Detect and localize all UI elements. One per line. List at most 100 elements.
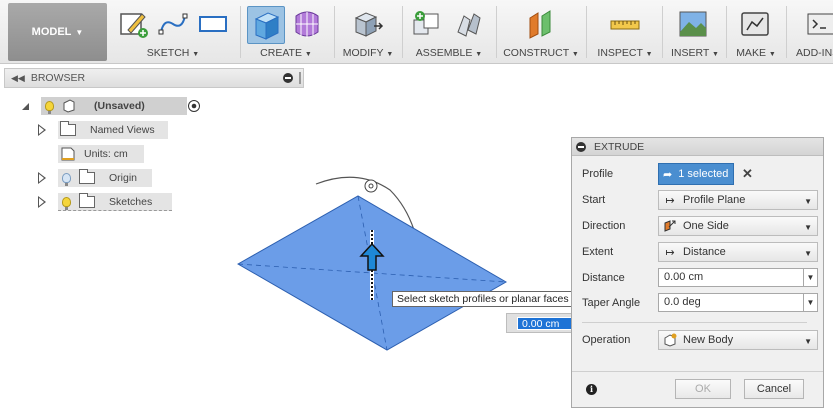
workspace-switcher[interactable]: MODEL ▼ [8, 3, 107, 61]
insert-label: INSERT [671, 47, 710, 59]
inspect-menu[interactable]: INSPECT ▼ [590, 47, 660, 59]
new-body-icon [664, 333, 677, 347]
profile-value: 1 selected [678, 168, 729, 180]
start-select[interactable]: ↦ Profile Plane ▼ [658, 190, 818, 210]
operation-row: Operation New Body ▼ [582, 330, 818, 350]
document-icon [63, 99, 75, 113]
info-icon[interactable]: i [586, 384, 597, 395]
dialog-footer: i OK Cancel [572, 371, 823, 407]
make-group: MAKE ▼ [730, 0, 782, 64]
minimize-browser-icon[interactable] [283, 73, 293, 83]
extent-row: Extent ↦ Distance ▼ [582, 242, 818, 262]
profile-plane-icon: ↦ [665, 194, 675, 207]
inspect-label: INSPECT [597, 47, 643, 59]
tree-item-named-views[interactable]: Named Views [38, 121, 168, 139]
visibility-bulb-icon[interactable] [45, 101, 54, 114]
sketches-node: Sketches [58, 192, 172, 211]
units-document-icon [61, 147, 75, 161]
taper-dropdown-icon[interactable]: ▼ [804, 293, 818, 312]
expand-sketches-icon[interactable] [38, 196, 46, 208]
sketch-line-icon[interactable] [156, 8, 190, 40]
scripts-icon[interactable] [804, 8, 833, 40]
tree-item-units[interactable]: Units: cm [58, 145, 144, 163]
direction-label: Direction [582, 220, 626, 232]
expand-origin-icon[interactable] [38, 172, 46, 184]
tree-item-sketches[interactable]: Sketches [38, 192, 172, 211]
create-form-icon[interactable] [290, 8, 324, 40]
expand-root-icon[interactable] [22, 102, 29, 110]
insert-image-icon[interactable] [676, 8, 710, 40]
clear-selection-icon[interactable]: ✕ [742, 166, 753, 182]
root-node[interactable]: (Unsaved) [41, 97, 187, 115]
addins-label: ADD-INS [796, 47, 833, 59]
expand-named-views-icon[interactable] [38, 124, 46, 136]
ok-button[interactable]: OK [675, 379, 731, 399]
create-sketch-icon[interactable] [116, 8, 150, 40]
root-label: (Unsaved) [94, 100, 145, 112]
taper-input[interactable]: 0.0 deg [658, 293, 804, 312]
extent-value: Distance [683, 246, 726, 258]
direction-select[interactable]: One Side ▼ [658, 216, 818, 236]
named-views-node: Named Views [58, 121, 168, 139]
distance-dropdown-icon[interactable]: ▼ [804, 268, 818, 287]
extent-select[interactable]: ↦ Distance ▼ [658, 242, 818, 262]
viewport-canvas[interactable] [230, 170, 520, 360]
assemble-menu[interactable]: ASSEMBLE ▼ [406, 47, 492, 59]
origin-label: Origin [109, 172, 138, 184]
start-label: Start [582, 194, 606, 206]
extent-label: Extent [582, 246, 614, 258]
operation-value: New Body [683, 334, 734, 346]
chevron-down-icon: ▼ [804, 197, 812, 206]
distance-extent-icon: ↦ [665, 246, 675, 259]
operation-select[interactable]: New Body ▼ [658, 330, 818, 350]
distance-row: Distance 0.00 cm ▼ [582, 268, 818, 288]
units-label: Units: cm [84, 148, 128, 160]
browser-header[interactable]: ◀◀ BROWSER [4, 68, 304, 88]
sketch-label: SKETCH [146, 47, 190, 59]
press-pull-icon[interactable] [350, 8, 384, 40]
construct-group: CONSTRUCT ▼ [500, 0, 582, 64]
sketches-visibility-bulb-icon[interactable] [62, 196, 71, 210]
addins-menu[interactable]: ADD-INS [796, 47, 833, 59]
create-menu[interactable]: CREATE ▼ [244, 47, 328, 59]
sketches-label: Sketches [109, 195, 153, 208]
chevron-down-icon: ▼ [804, 337, 812, 346]
folder-icon [60, 121, 76, 136]
joint-icon[interactable] [452, 8, 486, 40]
offset-plane-icon[interactable] [524, 8, 558, 40]
collapse-browser-icon[interactable]: ◀◀ [11, 73, 25, 84]
direction-row: Direction One Side ▼ [582, 216, 818, 236]
activate-component-icon[interactable] [187, 99, 201, 113]
collapse-dialog-icon[interactable] [576, 141, 586, 152]
cancel-button[interactable]: Cancel [744, 379, 804, 399]
assemble-label: ASSEMBLE [415, 47, 473, 59]
insert-group: INSERT ▼ [666, 0, 724, 64]
extrude-button[interactable] [247, 6, 285, 44]
insert-menu[interactable]: INSERT ▼ [666, 47, 724, 59]
origin-visibility-bulb-icon[interactable] [62, 173, 71, 186]
distance-input[interactable]: 0.00 cm [658, 268, 804, 287]
new-component-icon[interactable] [410, 8, 444, 40]
measure-icon[interactable] [608, 8, 642, 40]
extrude-title: EXTRUDE [594, 140, 645, 153]
profile-label: Profile [582, 168, 614, 180]
extrude-dialog-header[interactable]: EXTRUDE [572, 138, 823, 156]
distance-label: Distance [582, 272, 625, 284]
browser-grip-icon[interactable] [299, 72, 301, 84]
divider [582, 322, 807, 323]
modify-group: MODIFY ▼ [338, 0, 398, 64]
taper-label: Taper Angle [582, 297, 641, 309]
start-row: Start ↦ Profile Plane ▼ [582, 190, 818, 210]
inspect-group: INSPECT ▼ [590, 0, 660, 64]
profile-selector[interactable]: ➦ 1 selected [658, 163, 734, 185]
browser-root-row[interactable]: (Unsaved) [22, 97, 201, 115]
make-menu[interactable]: MAKE ▼ [730, 47, 782, 59]
3d-print-icon[interactable] [738, 8, 772, 40]
sketch-menu[interactable]: SKETCH ▼ [112, 47, 234, 59]
tree-item-origin[interactable]: Origin [38, 169, 152, 187]
chevron-down-icon: ▼ [804, 223, 812, 232]
construct-menu[interactable]: CONSTRUCT ▼ [500, 47, 582, 59]
operation-label: Operation [582, 334, 631, 346]
modify-menu[interactable]: MODIFY ▼ [338, 47, 398, 59]
sketch-rectangle-icon[interactable] [196, 8, 230, 40]
